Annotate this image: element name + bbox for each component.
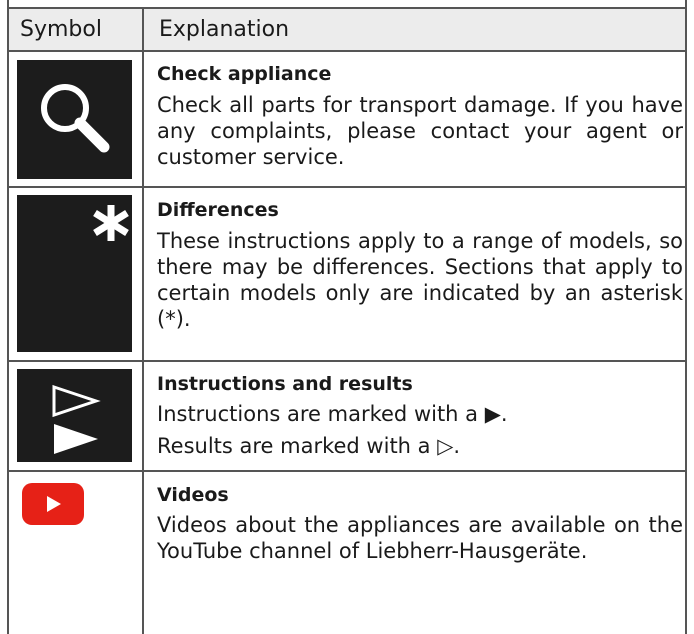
triangle-arrows-icon — [17, 369, 132, 462]
symbol-table: Symbol Explanation Check appliance Check… — [7, 0, 687, 634]
row-title-videos: Videos — [157, 484, 229, 506]
row-title-differences: Differences — [157, 199, 279, 221]
row-divider — [9, 470, 685, 472]
row-text-check-appliance: Check all parts for transport damage. If… — [157, 93, 683, 169]
period: . — [453, 434, 461, 458]
row-divider — [9, 186, 685, 188]
header-symbol: Symbol — [20, 17, 102, 42]
row-title-instructions-results: Instructions and results — [157, 373, 413, 395]
results-text: Results are marked with a — [157, 434, 431, 458]
filled-triangle-glyph: ▶ — [484, 402, 501, 426]
table-header: Symbol Explanation — [9, 7, 685, 52]
row-divider — [9, 360, 685, 362]
row-title-check-appliance: Check appliance — [157, 63, 332, 85]
period: . — [500, 402, 508, 426]
youtube-play-icon — [22, 483, 84, 525]
results-line: Results are marked with a ▷. — [157, 434, 460, 458]
row-text-videos: Videos about the appliances are availabl… — [157, 513, 683, 563]
asterisk-icon — [17, 195, 132, 352]
outline-triangle-glyph: ▷ — [437, 434, 454, 458]
header-explanation: Explanation — [159, 17, 290, 42]
magnifier-icon — [17, 60, 132, 179]
instructions-text: Instructions are marked with a — [157, 402, 479, 426]
instructions-line: Instructions are marked with a ▶. — [157, 402, 508, 426]
column-divider — [142, 7, 144, 634]
row-text-differences: These instructions apply to a range of m… — [157, 229, 683, 331]
